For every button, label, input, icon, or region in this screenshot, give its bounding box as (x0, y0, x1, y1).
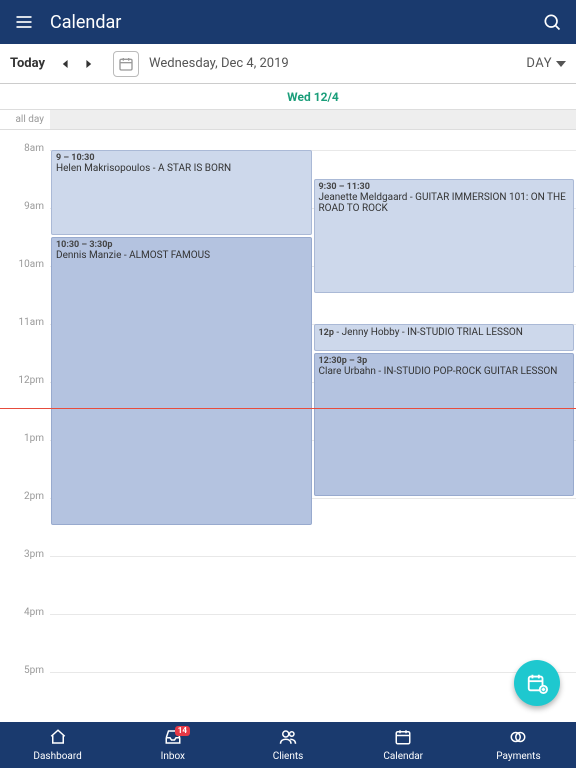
hour-label: 9am (0, 202, 50, 260)
allday-body[interactable] (50, 110, 576, 129)
day-header-row: Wed 12/4 (0, 84, 576, 110)
hour-label: 3pm (0, 550, 50, 608)
event-time: 9 – 10:30 (56, 153, 307, 163)
hour-label: 5pm (0, 666, 50, 722)
prev-day-button[interactable] (59, 57, 73, 71)
calendar-event[interactable]: 12:30p – 3pClare Urbahn - IN-STUDIO POP-… (314, 353, 575, 496)
calendar-icon (394, 728, 412, 749)
calendar-event[interactable]: 9 – 10:30Helen Makrisopoulos - A STAR IS… (51, 150, 312, 235)
tab-label: Inbox (161, 751, 185, 762)
event-title: Helen Makrisopoulos - A STAR IS BORN (56, 163, 307, 174)
search-icon[interactable] (540, 12, 564, 32)
event-title: Dennis Manzie - ALMOST FAMOUS (56, 250, 307, 261)
chevron-down-icon (556, 59, 566, 69)
event-time: 12p (319, 328, 334, 338)
event-title: Jeanette Meldgaard - GUITAR IMMERSION 10… (319, 192, 570, 214)
event-time: 10:30 – 3:30p (56, 240, 307, 250)
allday-label: all day (0, 110, 50, 129)
current-date-label: Wednesday, Dec 4, 2019 (149, 56, 526, 71)
time-grid: 8am9am10am11am12pm1pm2pm3pm4pm5pm6pm 9 –… (0, 130, 576, 722)
users-icon (279, 728, 297, 749)
tab-inbox[interactable]: 14 Inbox (115, 722, 230, 768)
tab-dashboard[interactable]: Dashboard (0, 722, 115, 768)
calendar-event[interactable]: 10:30 – 3:30pDennis Manzie - ALMOST FAMO… (51, 237, 312, 525)
tab-payments[interactable]: Payments (461, 722, 576, 768)
hour-label: 8am (0, 144, 50, 202)
hour-label: 2pm (0, 492, 50, 550)
tab-label: Payments (496, 751, 540, 762)
events-layer: 9 – 10:30Helen Makrisopoulos - A STAR IS… (50, 130, 575, 722)
hour-label: 12pm (0, 376, 50, 434)
allday-row: all day (0, 110, 576, 130)
page-title: Calendar (50, 12, 540, 33)
tab-clients[interactable]: Clients (230, 722, 345, 768)
view-select[interactable]: DAY (526, 56, 566, 71)
toolbar: Today Wednesday, Dec 4, 2019 DAY (0, 44, 576, 84)
event-time: 12:30p – 3p (319, 356, 570, 366)
tab-calendar[interactable]: Calendar (346, 722, 461, 768)
today-button[interactable]: Today (10, 56, 45, 71)
inbox-badge: 14 (175, 726, 190, 736)
hour-label: 4pm (0, 608, 50, 666)
app-header: Calendar (0, 0, 576, 44)
now-indicator (0, 408, 576, 409)
hour-label: 11am (0, 318, 50, 376)
tab-label: Dashboard (33, 751, 81, 762)
add-event-button[interactable] (514, 660, 560, 706)
tab-label: Calendar (383, 751, 423, 762)
event-time: 9:30 – 11:30 (319, 182, 570, 192)
event-title: Jenny Hobby - IN-STUDIO TRIAL LESSON (342, 327, 523, 338)
payments-icon (509, 728, 527, 749)
tab-label: Clients (273, 751, 304, 762)
day-header-label: Wed 12/4 (50, 90, 576, 104)
menu-icon[interactable] (12, 12, 36, 32)
hour-label: 1pm (0, 434, 50, 492)
calendar-event[interactable]: 9:30 – 11:30Jeanette Meldgaard - GUITAR … (314, 179, 575, 293)
calendar-event[interactable]: 12p - Jenny Hobby - IN-STUDIO TRIAL LESS… (314, 324, 575, 351)
next-day-button[interactable] (81, 57, 95, 71)
home-icon (49, 728, 67, 749)
hour-label: 10am (0, 260, 50, 318)
event-title: Clare Urbahn - IN-STUDIO POP-ROCK GUITAR… (319, 366, 570, 377)
date-picker-button[interactable] (113, 51, 139, 77)
view-select-label: DAY (526, 56, 552, 71)
tab-bar: Dashboard 14 Inbox Clients Calendar Payments (0, 722, 576, 768)
